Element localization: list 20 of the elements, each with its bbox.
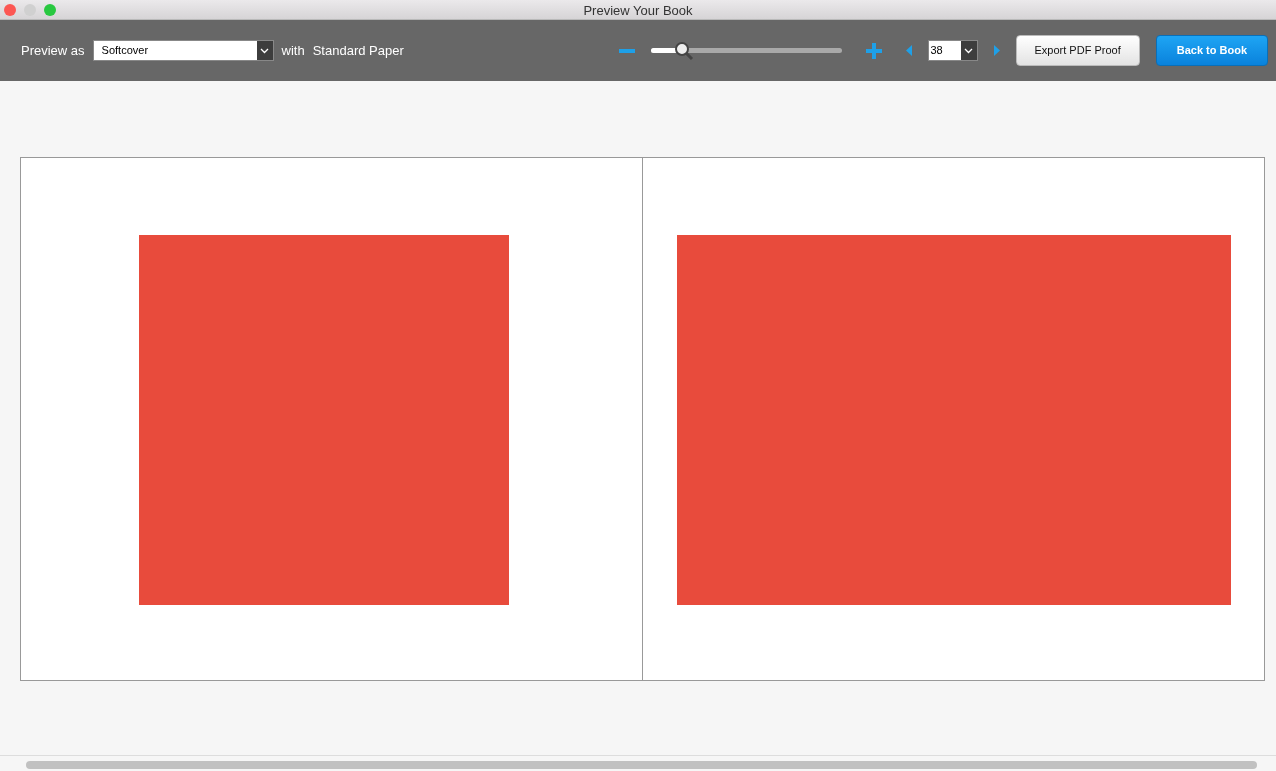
paper-label: Standard Paper — [312, 41, 404, 60]
chevron-icon — [964, 47, 973, 54]
format-dropdown[interactable]: Softcover — [92, 40, 274, 61]
scrollbar[interactable] — [26, 761, 1257, 769]
page-dropdown[interactable]: 38 — [927, 40, 978, 61]
window-title: Preview Your Book — [583, 2, 693, 18]
minimize-button[interactable] — [24, 4, 36, 16]
image-frame[interactable] — [677, 235, 1231, 605]
close-button[interactable] — [4, 4, 16, 16]
image-frame[interactable] — [139, 235, 509, 605]
zoom-button[interactable] — [44, 4, 56, 16]
chevron-icon — [260, 47, 270, 54]
preview-label: Preview as — [21, 41, 85, 60]
previous-page-icon[interactable] — [905, 45, 912, 56]
magnifier-thumb[interactable] — [674, 40, 695, 61]
next-page-icon[interactable] — [993, 45, 1000, 56]
with-label: with — [281, 41, 305, 60]
export-button[interactable]: Export PDF Proof — [1015, 35, 1140, 66]
zoom-out-icon[interactable] — [618, 48, 635, 53]
zoom-in-icon[interactable] — [865, 42, 882, 59]
